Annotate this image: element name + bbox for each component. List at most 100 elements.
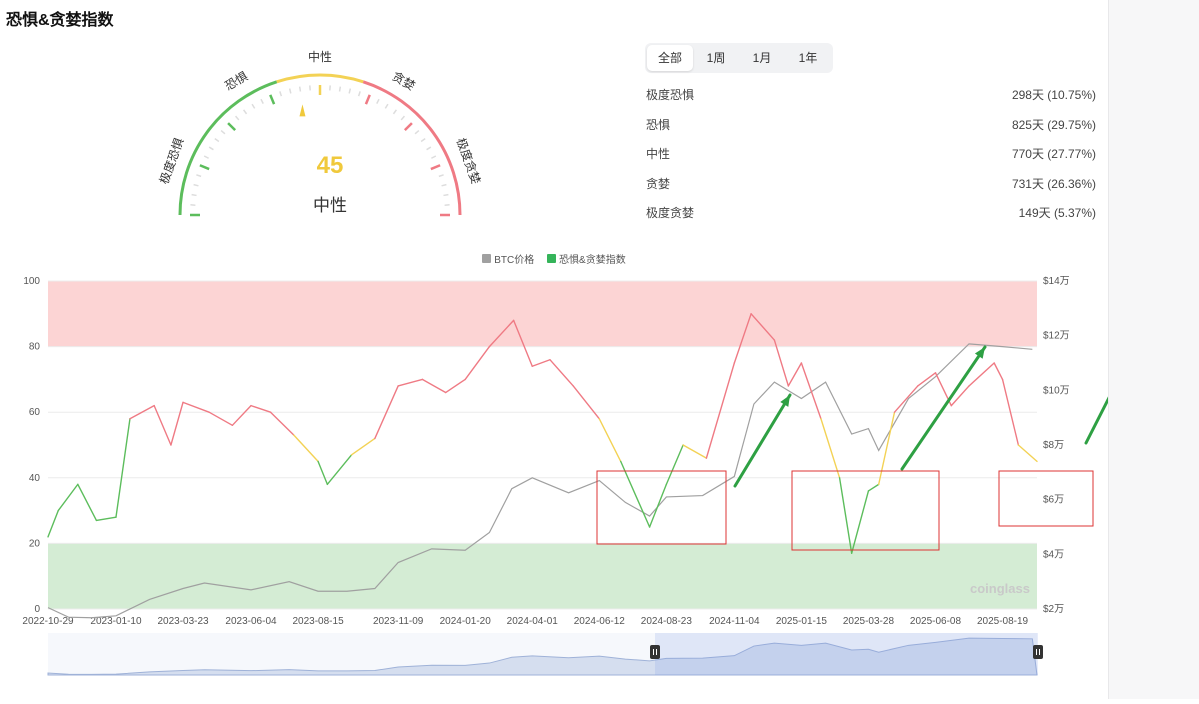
fgi-segment <box>48 511 58 537</box>
gauge-tick <box>401 116 404 120</box>
stat-value: 825天 (29.75%) <box>1012 112 1096 142</box>
gauge-tick <box>405 123 412 130</box>
legend-swatch-fgi <box>547 254 556 263</box>
gauge-value: 45 <box>140 152 520 180</box>
gauge-label-fear: 恐惧 <box>222 68 250 93</box>
x-tick-label: 2025-08-19 <box>977 616 1029 627</box>
fgi-segment <box>58 484 78 510</box>
stat-row-extreme-greed: 极度贪婪 149天 (5.37%) <box>646 200 1096 230</box>
y-right-tick-label: $10万 <box>1043 385 1070 396</box>
fgi-segment <box>666 445 683 484</box>
y-right-tick-label: $8万 <box>1043 440 1064 451</box>
gauge-tick <box>377 99 379 103</box>
x-tick-label: 2023-03-23 <box>157 616 209 627</box>
gauge-tick <box>421 139 425 142</box>
gauge-tick <box>290 89 291 94</box>
fgi-segment <box>318 461 327 484</box>
navigator-handle[interactable] <box>650 645 660 659</box>
stat-row-neutral: 中性 770天 (27.77%) <box>646 141 1096 171</box>
fgi-segment <box>879 412 895 484</box>
gauge-status: 中性 <box>140 191 520 216</box>
gauge-tick <box>244 110 247 114</box>
gauge-tick <box>261 99 263 103</box>
tab-all[interactable]: 全部 <box>647 45 693 71</box>
y-right-tick-label: $12万 <box>1043 331 1070 342</box>
fgi-segment <box>706 363 734 458</box>
navigator-handle-body <box>650 645 660 659</box>
fgi-segment <box>788 363 801 386</box>
stat-value: 770天 (27.77%) <box>1012 141 1096 171</box>
tab-1-month[interactable]: 1月 <box>739 45 785 71</box>
trend-arrow <box>1086 317 1108 443</box>
x-tick-label: 2025-01-15 <box>776 616 828 627</box>
right-sidebar <box>1108 0 1199 699</box>
fgi-segment <box>801 363 821 419</box>
fgi-segment <box>96 517 116 520</box>
fgi-segment <box>294 435 318 461</box>
fgi-segment <box>352 438 375 454</box>
gauge-tick <box>236 116 239 120</box>
fear-greed-chart: BTC价格 恐惧&贪婪指数 020406080100$2万$4万$6万$8万$1… <box>0 245 1108 699</box>
stat-label: 恐惧 <box>646 112 670 142</box>
fgi-segment <box>951 386 969 406</box>
legend-item-btc[interactable]: BTC价格 <box>482 251 534 266</box>
fgi-segment <box>327 455 351 485</box>
fgi-segment <box>994 363 1002 379</box>
stat-value: 731天 (26.36%) <box>1012 171 1096 201</box>
y-left-tick-label: 60 <box>29 407 41 418</box>
fgi-segment <box>868 484 878 491</box>
gauge-tick <box>194 185 199 186</box>
fgi-segment <box>573 386 599 419</box>
coinglass-watermark: coinglass <box>970 581 1030 596</box>
gauge-label-neutral: 中性 <box>308 49 332 64</box>
x-tick-label: 2023-08-15 <box>292 616 344 627</box>
navigator-handle[interactable] <box>1033 645 1043 659</box>
fgi-segment <box>446 379 466 392</box>
fgi-segment <box>650 484 667 527</box>
navigator-handle-body <box>1033 645 1043 659</box>
x-tick-label: 2024-04-01 <box>507 616 559 627</box>
y-right-tick-label: $6万 <box>1043 495 1064 506</box>
chart-zone-1 <box>48 543 1037 609</box>
y-right-tick-label: $4万 <box>1043 549 1064 560</box>
trend-arrow <box>735 395 790 486</box>
y-right-tick-label: $14万 <box>1043 276 1070 287</box>
y-left-tick-label: 40 <box>29 473 41 484</box>
tab-1-year[interactable]: 1年 <box>785 45 831 71</box>
gauge-tick <box>228 123 235 130</box>
page-title: 恐惧&贪婪指数 <box>6 6 114 30</box>
navigator-selection <box>655 633 1038 675</box>
gauge-tick <box>427 147 431 150</box>
gauge-pointer <box>299 104 305 116</box>
gauge-arc-neutral <box>277 75 364 82</box>
tab-1-week[interactable]: 1周 <box>693 45 739 71</box>
stat-row-fear: 恐惧 825天 (29.75%) <box>646 112 1096 142</box>
fgi-segment <box>116 419 130 517</box>
gauge-tick <box>349 89 350 94</box>
fgi-segment <box>209 412 232 425</box>
gauge-tick <box>270 95 274 104</box>
x-tick-label: 2024-08-23 <box>641 616 693 627</box>
x-tick-label: 2024-11-04 <box>709 616 760 627</box>
gauge-tick <box>252 104 255 108</box>
gauge-tick <box>280 91 282 96</box>
gauge-tick <box>300 87 301 92</box>
gauge-tick <box>359 91 361 96</box>
legend-item-fgi[interactable]: 恐惧&贪婪指数 <box>547 251 626 266</box>
chart-plot: 020406080100$2万$4万$6万$8万$10万$12万$14万2022… <box>0 245 1108 699</box>
stat-label: 极度贪婪 <box>646 200 694 230</box>
fgi-segment <box>271 412 294 435</box>
gauge-tick <box>415 131 419 134</box>
annotation-box <box>792 471 939 550</box>
x-tick-label: 2023-06-04 <box>225 616 277 627</box>
y-left-tick-label: 80 <box>29 342 41 353</box>
stat-label: 中性 <box>646 141 670 171</box>
legend-swatch-btc <box>482 254 491 263</box>
sentiment-stats: 极度恐惧 298天 (10.75%) 恐惧 825天 (29.75%) 中性 7… <box>646 82 1096 230</box>
fear-greed-gauge: 极度恐惧恐惧中性贪婪极度贪婪 45 中性 <box>140 40 520 230</box>
fgi-segment <box>895 386 918 412</box>
gauge-tick <box>221 131 225 134</box>
stat-label: 贪婪 <box>646 171 670 201</box>
fgi-segment <box>840 478 852 553</box>
gauge-tick <box>366 95 370 104</box>
